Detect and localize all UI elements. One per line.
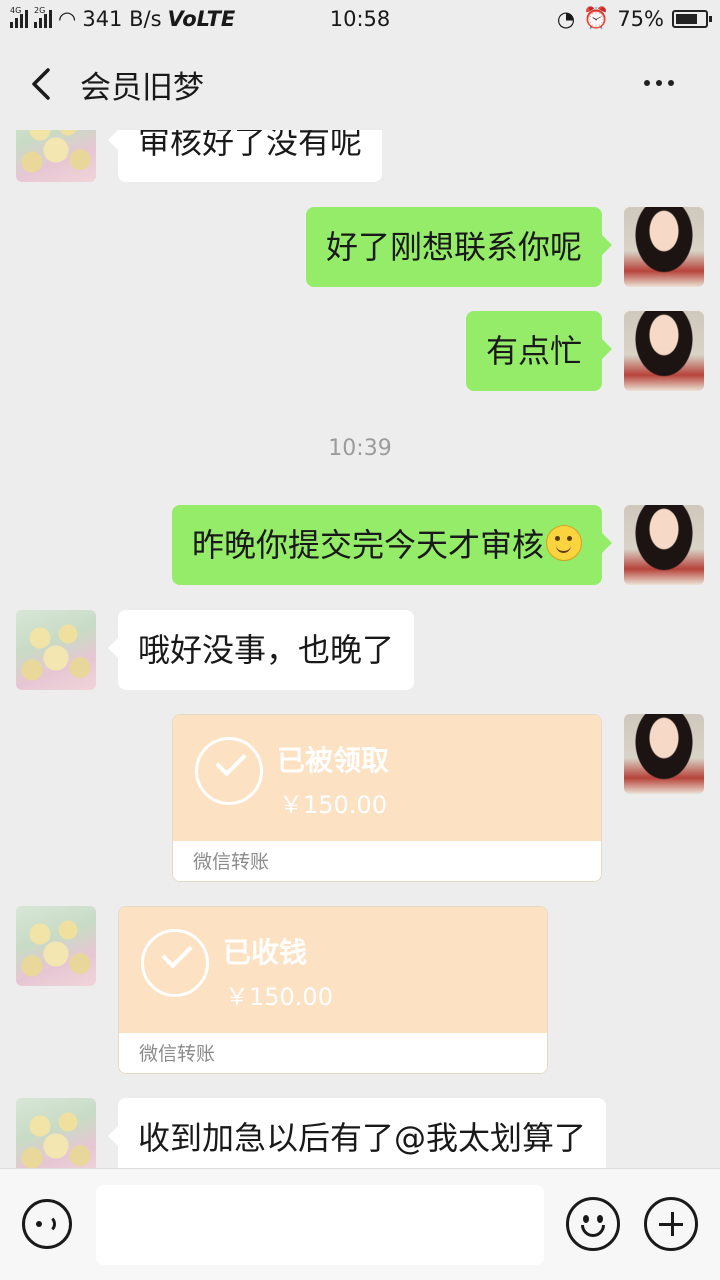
- battery-icon: [672, 9, 712, 28]
- avatar[interactable]: [624, 505, 704, 585]
- transfer-card[interactable]: 已被领取 ￥150.00 微信转账: [172, 714, 602, 882]
- chat-header: 会员旧梦: [0, 38, 720, 130]
- message-bubble[interactable]: 昨晚你提交完今天才审核: [171, 505, 613, 585]
- battery-percentage: 75%: [617, 6, 664, 31]
- input-bar: [0, 1168, 720, 1280]
- chat-title: 会员旧梦: [80, 70, 204, 106]
- avatar[interactable]: [16, 1098, 96, 1168]
- voice-icon[interactable]: [22, 1199, 72, 1249]
- avatar[interactable]: [624, 207, 704, 287]
- emoji-icon[interactable]: [566, 1197, 620, 1251]
- message-input[interactable]: [96, 1185, 544, 1265]
- message-bubble[interactable]: 有点忙: [465, 311, 613, 391]
- chat-area[interactable]: 审核好了没有呢 好了刚想联系你呢 有点忙 10:39 昨晚你提交完今天才审核 哦…: [0, 130, 720, 1168]
- smiley-emoji: [546, 525, 582, 561]
- transfer-card-body: 已被领取 ￥150.00: [173, 715, 601, 841]
- transfer-amount: ￥150.00: [279, 791, 387, 819]
- timestamp: 10:39: [328, 436, 392, 461]
- avatar[interactable]: [624, 311, 704, 391]
- message-bubble[interactable]: 审核好了没有呢: [107, 130, 383, 182]
- message-bubble[interactable]: 哦好没事，也晚了: [107, 610, 415, 690]
- transfer-status: 已收钱: [223, 936, 308, 969]
- avatar[interactable]: [16, 610, 96, 690]
- check-icon: [141, 929, 209, 997]
- plus-icon[interactable]: [644, 1197, 698, 1251]
- chevron-left-icon[interactable]: [22, 64, 62, 104]
- more-dots-icon[interactable]: [644, 68, 684, 98]
- avatar[interactable]: [624, 714, 704, 794]
- avatar[interactable]: [16, 130, 96, 182]
- transfer-label: 微信转账: [119, 1033, 547, 1073]
- status-bar: 4G 2G ◠ 341 B/s VoLTE 10:58 ◔ ⏰ 75%: [0, 0, 720, 38]
- transfer-label: 微信转账: [173, 841, 601, 881]
- check-icon: [195, 737, 263, 805]
- message-text: 昨晚你提交完今天才审核: [191, 526, 544, 564]
- alarm-icon: ⏰: [583, 6, 610, 30]
- transfer-card[interactable]: 已收钱 ￥150.00 微信转账: [118, 906, 548, 1074]
- message-bubble[interactable]: 收到加急以后有了@我太划算了: [107, 1098, 607, 1168]
- transfer-amount: ￥150.00: [225, 983, 333, 1011]
- message-bubble[interactable]: 好了刚想联系你呢: [305, 207, 613, 287]
- lock-rotation-icon: ◔: [556, 6, 576, 31]
- transfer-status: 已被领取: [277, 744, 390, 777]
- transfer-card-body: 已收钱 ￥150.00: [119, 907, 547, 1033]
- avatar[interactable]: [16, 906, 96, 986]
